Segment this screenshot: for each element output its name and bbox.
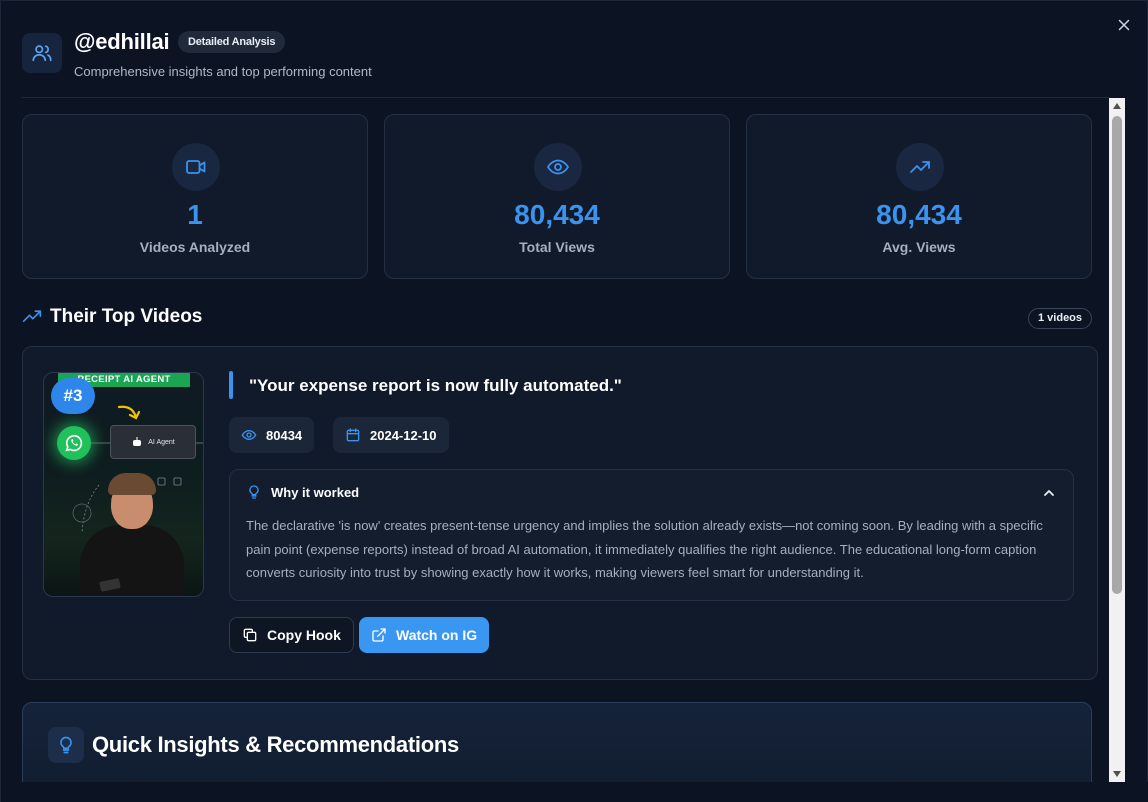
- video-thumbnail[interactable]: RECEIPT AI AGENT AI Agent #3: [43, 372, 204, 597]
- close-icon: [1118, 19, 1130, 31]
- rank-badge: #3: [51, 378, 95, 414]
- watch-on-ig-button[interactable]: Watch on IG: [359, 617, 490, 653]
- lightbulb-icon: [48, 727, 84, 763]
- why-title: Why it worked: [271, 484, 360, 500]
- scrollbar[interactable]: [1109, 98, 1125, 782]
- copy-hook-label: Copy Hook: [267, 627, 341, 643]
- stat-label: Videos Analyzed: [139, 239, 251, 255]
- hook-text: "Your expense report is now fully automa…: [249, 376, 622, 395]
- stat-card-avg-views: 80,434 Avg. Views: [746, 114, 1092, 279]
- top-videos-heading: Their Top Videos: [22, 306, 202, 328]
- header-subtitle: Comprehensive insights and top performin…: [74, 64, 372, 79]
- trending-up-icon: [896, 143, 944, 191]
- external-link-icon: [372, 628, 386, 642]
- thumbnail-person-hair: [108, 473, 156, 495]
- scroll-up-button[interactable]: [1109, 98, 1125, 114]
- eye-icon: [241, 430, 257, 440]
- watch-on-ig-label: Watch on IG: [396, 627, 478, 643]
- stat-card-videos: 1 Videos Analyzed: [22, 114, 368, 279]
- analysis-modal: @edhillai Detailed Analysis Comprehensiv…: [0, 0, 1148, 802]
- video-card: RECEIPT AI AGENT AI Agent #3 "Your expen…: [22, 346, 1098, 680]
- insights-title: Quick Insights & Recommendations: [92, 732, 459, 757]
- stat-card-total-views: 80,434 Total Views: [384, 114, 730, 279]
- trending-up-icon: [22, 310, 42, 322]
- modal-header: @edhillai Detailed Analysis Comprehensiv…: [1, 1, 1148, 98]
- chevron-up-icon: [1044, 490, 1054, 496]
- lightbulb-icon: [249, 485, 259, 499]
- video-icon: [172, 143, 220, 191]
- robot-icon: [133, 437, 142, 446]
- username: @edhillai: [74, 29, 170, 54]
- modal-bottom-edge: [1, 782, 1148, 802]
- scroll-content: 1 Videos Analyzed 80,434 Total Views 80,…: [1, 98, 1109, 782]
- detailed-analysis-badge: Detailed Analysis: [178, 31, 286, 53]
- copy-hook-button[interactable]: Copy Hook: [229, 617, 354, 653]
- scrollbar-thumb[interactable]: [1112, 116, 1122, 594]
- post-date: 2024-12-10: [370, 427, 437, 443]
- stat-label: Total Views: [519, 239, 595, 255]
- triangle-down-icon: [1113, 771, 1121, 777]
- views-count: 80434: [266, 427, 303, 443]
- hook-accent-bar: [229, 371, 233, 399]
- close-button[interactable]: [1115, 16, 1133, 34]
- copy-icon: [243, 628, 257, 642]
- why-it-worked-header[interactable]: Why it worked: [246, 484, 359, 500]
- collapse-button[interactable]: [1042, 486, 1056, 505]
- views-chip: 80434: [229, 417, 315, 453]
- scroll-down-button[interactable]: [1109, 766, 1125, 782]
- quick-insights-card: Quick Insights & Recommendations: [22, 702, 1092, 782]
- users-icon: [22, 33, 62, 73]
- videos-count-badge: 1 videos: [1028, 308, 1093, 329]
- thumbnail-person: [80, 525, 184, 596]
- why-it-worked-panel: Why it worked The declarative 'is now' c…: [229, 469, 1074, 601]
- date-chip: 2024-12-10: [333, 417, 449, 453]
- stat-value: 80,434: [876, 199, 962, 230]
- why-explanation: The declarative 'is now' creates present…: [246, 518, 1043, 580]
- ai-agent-node: AI Agent: [110, 425, 196, 459]
- eye-icon: [534, 143, 582, 191]
- stat-value: 1: [187, 199, 203, 230]
- section-title: Their Top Videos: [50, 306, 203, 327]
- calendar-icon: [346, 428, 360, 442]
- stat-value: 80,434: [514, 199, 600, 230]
- triangle-up-icon: [1113, 103, 1121, 109]
- ai-agent-label: AI Agent: [148, 438, 175, 446]
- stat-label: Avg. Views: [882, 239, 956, 255]
